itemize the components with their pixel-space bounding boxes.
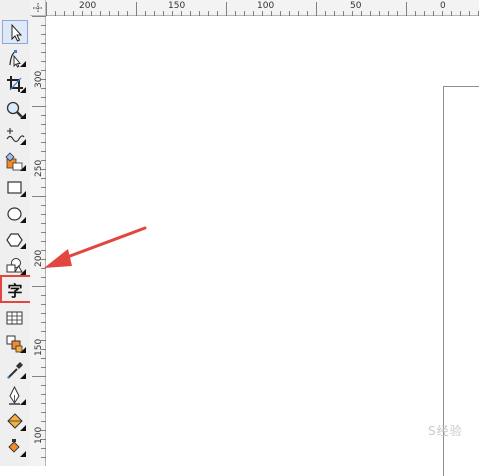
flyout-indicator [20,373,26,379]
smart-fill-tool-button[interactable] [2,150,28,174]
eyedropper-tool-button[interactable] [2,358,28,382]
zoom-tool-button[interactable] [2,98,28,122]
ruler-label: 150 [168,1,186,11]
table-icon [6,311,23,325]
ruler-origin-corner[interactable] [30,0,46,16]
crosshair-icon [33,3,43,13]
ruler-label: 100 [34,426,44,444]
polygon-tool-button[interactable] [2,228,28,252]
page-boundary [443,86,479,476]
pick-tool-button[interactable] [2,20,28,44]
shape-tool-button[interactable] [2,46,28,70]
flyout-indicator [20,399,26,405]
rectangle-tool-button[interactable] [2,176,28,200]
flyout-indicator [20,139,26,145]
table-tool-button[interactable] [2,306,28,330]
watermark-text: S经验 [428,424,463,438]
drawing-canvas[interactable]: S经验 [46,16,479,476]
flyout-indicator [20,243,26,249]
flyout-indicator [20,347,26,353]
outline-pen-tool-button[interactable] [2,384,28,408]
flyout-indicator [20,451,26,457]
flyout-indicator [20,191,26,197]
flyout-indicator [20,217,26,223]
ruler-label: 100 [257,1,275,11]
crop-tool-button[interactable] [2,72,28,96]
flyout-indicator [20,165,26,171]
ruler-label: 250 [34,159,44,177]
arrow-cursor-icon [11,23,23,42]
vertical-ruler[interactable]: 300 250 200 150 100 [30,16,46,466]
interactive-fill-tool-button[interactable] [2,436,28,460]
ruler-label: 200 [79,1,97,11]
parallel-dimension-tool-button[interactable] [2,332,28,356]
flyout-indicator [20,113,26,119]
ruler-label: 0 [440,1,446,11]
fill-tool-button[interactable] [2,410,28,434]
toolbox: 字 [0,0,31,466]
ruler-label: 50 [350,1,362,11]
flyout-indicator [20,425,26,431]
ruler-label: 200 [34,249,44,267]
ellipse-tool-button[interactable] [2,202,28,226]
horizontal-ruler[interactable]: 200 150 100 50 0 [46,0,479,16]
ruler-label: 300 [34,70,44,88]
freehand-tool-button[interactable] [2,124,28,148]
flyout-indicator [20,61,26,67]
text-tool-highlight-box [0,275,34,303]
ruler-label: 150 [34,338,44,356]
flyout-indicator [20,87,26,93]
